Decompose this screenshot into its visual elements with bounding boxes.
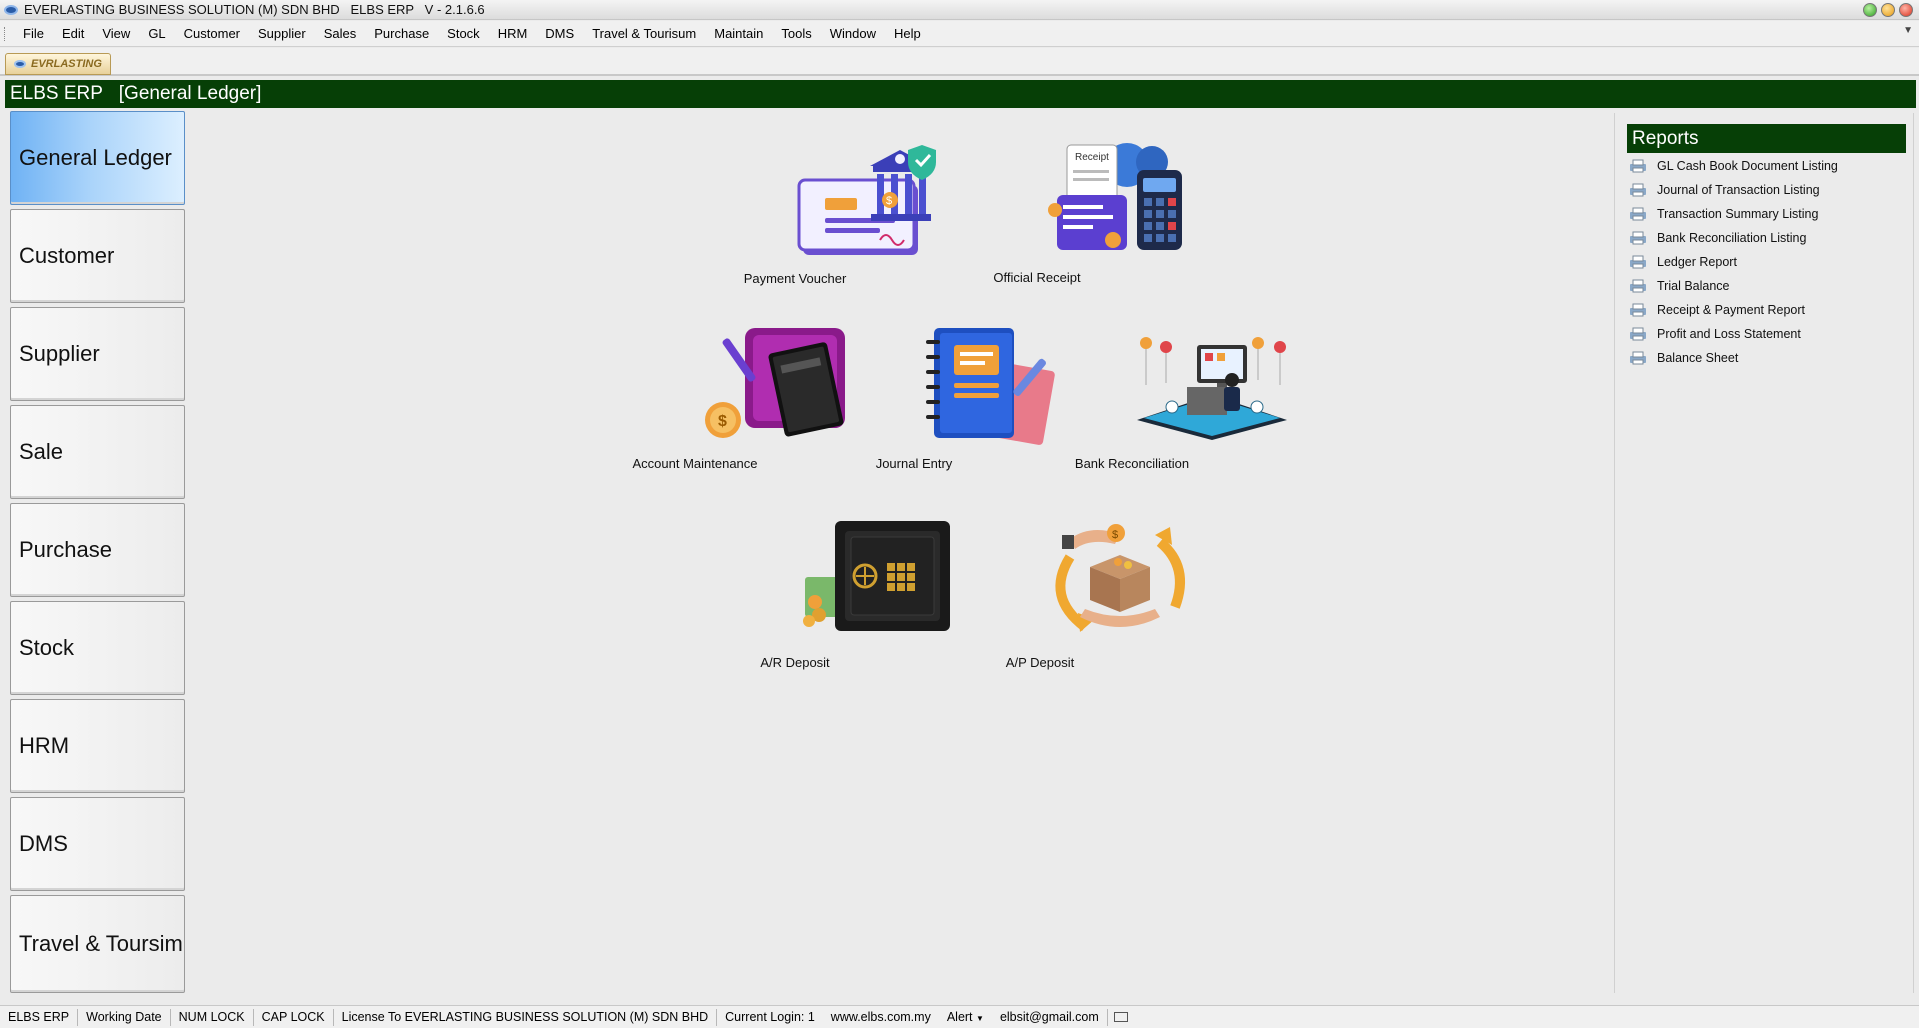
printer-icon: [1630, 327, 1646, 341]
header-app-name: ELBS ERP: [10, 83, 103, 104]
menu-tools[interactable]: Tools: [772, 21, 820, 47]
menu-gl[interactable]: GL: [139, 21, 174, 47]
status-working-date[interactable]: Working Date: [78, 1008, 171, 1026]
reports-title: Reports: [1627, 124, 1906, 153]
tile-ar-deposit[interactable]: A/R Deposit: [715, 517, 950, 670]
menu-edit[interactable]: Edit: [53, 21, 93, 47]
tile-journal-entry[interactable]: Journal Entry: [834, 325, 1055, 475]
menu-file[interactable]: File: [14, 21, 53, 47]
menu-help[interactable]: Help: [885, 21, 930, 47]
bank-reconciliation-icon: [1137, 337, 1287, 440]
maximize-icon[interactable]: [1881, 3, 1895, 17]
menu-customer[interactable]: Customer: [175, 21, 249, 47]
journal-entry-icon: [926, 328, 1055, 445]
menu-bar: File Edit View GL Customer Supplier Sale…: [0, 21, 1919, 47]
tab-logo-icon: [14, 60, 26, 68]
tile-official-receipt[interactable]: Receipt Official Receipt: [957, 140, 1182, 290]
menu-supplier[interactable]: Supplier: [249, 21, 315, 47]
menu-stock[interactable]: Stock: [438, 21, 489, 47]
status-bar: ELBS ERP Working Date NUM LOCK CAP LOCK …: [0, 1005, 1919, 1028]
printer-icon: [1630, 351, 1646, 365]
reports-panel: Reports GL Cash Book Document Listing Jo…: [1614, 113, 1914, 993]
window-controls: [1863, 3, 1913, 17]
title-bar: EVERLASTING BUSINESS SOLUTION (M) SDN BH…: [0, 0, 1919, 20]
status-cap-lock: CAP LOCK: [254, 1008, 334, 1026]
printer-icon: [1630, 303, 1646, 317]
svg-text:$: $: [1112, 529, 1118, 541]
safe-icon: [803, 521, 950, 631]
app-logo-icon: [4, 4, 18, 15]
printer-icon: [1630, 255, 1646, 269]
payment-voucher-icon: $: [797, 145, 936, 255]
report-balance-sheet[interactable]: Balance Sheet: [1629, 348, 1738, 368]
report-profit-loss[interactable]: Profit and Loss Statement: [1629, 324, 1801, 344]
printer-icon: [1630, 231, 1646, 245]
tile-payment-voucher[interactable]: $ Payment Voucher: [715, 140, 936, 290]
report-trial-balance[interactable]: Trial Balance: [1629, 276, 1730, 296]
tile-label: A/R Deposit: [760, 655, 830, 670]
tile-bank-reconciliation[interactable]: Bank Reconciliation: [1052, 325, 1287, 475]
status-alert-dropdown[interactable]: Alert ▼: [939, 1009, 992, 1026]
tile-label: Journal Entry: [875, 456, 953, 471]
svg-text:$: $: [886, 195, 892, 207]
tile-account-maintenance[interactable]: $ Account Maintenance: [615, 325, 845, 475]
sidebar-item-travel-tourism[interactable]: Travel & Toursim: [10, 895, 185, 993]
sidebar-item-customer[interactable]: Customer: [10, 209, 185, 303]
close-icon[interactable]: [1899, 3, 1913, 17]
report-ledger[interactable]: Ledger Report: [1629, 252, 1737, 272]
sidebar-item-hrm[interactable]: HRM: [10, 699, 185, 793]
menu-hrm[interactable]: HRM: [489, 21, 537, 47]
tab-strip: EVRLASTING: [0, 48, 1919, 76]
status-login: Current Login: 1: [725, 1009, 815, 1024]
tile-label: Account Maintenance: [632, 456, 758, 471]
sidebar-item-stock[interactable]: Stock: [10, 601, 185, 695]
status-website[interactable]: www.elbs.com.my: [823, 1009, 939, 1026]
tab-label: EVRLASTING: [31, 58, 102, 70]
chevron-down-icon[interactable]: ▼: [1903, 25, 1913, 36]
menu-purchase[interactable]: Purchase: [365, 21, 438, 47]
receipt-word: Receipt: [1075, 152, 1109, 163]
tab-everlasting[interactable]: EVRLASTING: [5, 53, 111, 75]
tile-label: Payment Voucher: [743, 271, 847, 286]
account-maintenance-icon: $: [705, 328, 845, 438]
status-num-lock: NUM LOCK: [171, 1008, 254, 1026]
tile-ap-deposit[interactable]: $ A/P Deposit: [960, 517, 1185, 670]
caret-down-icon: ▼: [976, 1013, 984, 1023]
minimize-icon[interactable]: [1863, 3, 1877, 17]
menu-travel[interactable]: Travel & Tourisum: [583, 21, 705, 47]
menu-dms[interactable]: DMS: [536, 21, 583, 47]
report-journal-transaction[interactable]: Journal of Transaction Listing: [1629, 180, 1820, 200]
window-title: EVERLASTING BUSINESS SOLUTION (M) SDN BH…: [24, 2, 485, 17]
status-license: License To EVERLASTING BUSINESS SOLUTION…: [334, 1008, 718, 1026]
header-module-name: [General Ledger]: [118, 83, 262, 104]
sidebar-item-dms[interactable]: DMS: [10, 797, 185, 891]
official-receipt-icon: Receipt: [1048, 143, 1182, 250]
menu-sales[interactable]: Sales: [315, 21, 366, 47]
status-app: ELBS ERP: [0, 1008, 79, 1026]
printer-icon: [1630, 159, 1646, 173]
sidebar-item-purchase[interactable]: Purchase: [10, 503, 185, 597]
svg-text:$: $: [718, 413, 727, 430]
tile-label: Official Receipt: [993, 270, 1081, 285]
menu-maintain[interactable]: Maintain: [705, 21, 772, 47]
mail-icon[interactable]: [1113, 1012, 1128, 1022]
menu-window[interactable]: Window: [821, 21, 885, 47]
sidebar-item-general-ledger[interactable]: General Ledger: [10, 111, 185, 205]
ap-deposit-icon: $: [1055, 524, 1185, 632]
module-header: ELBS ERP [General Ledger]: [5, 80, 1916, 108]
printer-icon: [1630, 183, 1646, 197]
menu-view[interactable]: View: [93, 21, 139, 47]
tile-label: A/P Deposit: [1005, 655, 1075, 670]
sidebar-item-sale[interactable]: Sale: [10, 405, 185, 499]
report-bank-reconciliation[interactable]: Bank Reconciliation Listing: [1629, 228, 1806, 248]
status-email[interactable]: elbsit@gmail.com: [992, 1008, 1108, 1026]
tile-label: Bank Reconciliation: [1074, 456, 1190, 471]
menu-grip-icon: [4, 27, 7, 41]
printer-icon: [1630, 207, 1646, 221]
sidebar-item-supplier[interactable]: Supplier: [10, 307, 185, 401]
report-receipt-payment[interactable]: Receipt & Payment Report: [1629, 300, 1805, 320]
report-transaction-summary[interactable]: Transaction Summary Listing: [1629, 204, 1818, 224]
printer-icon: [1630, 279, 1646, 293]
report-gl-cash-book[interactable]: GL Cash Book Document Listing: [1629, 156, 1838, 176]
